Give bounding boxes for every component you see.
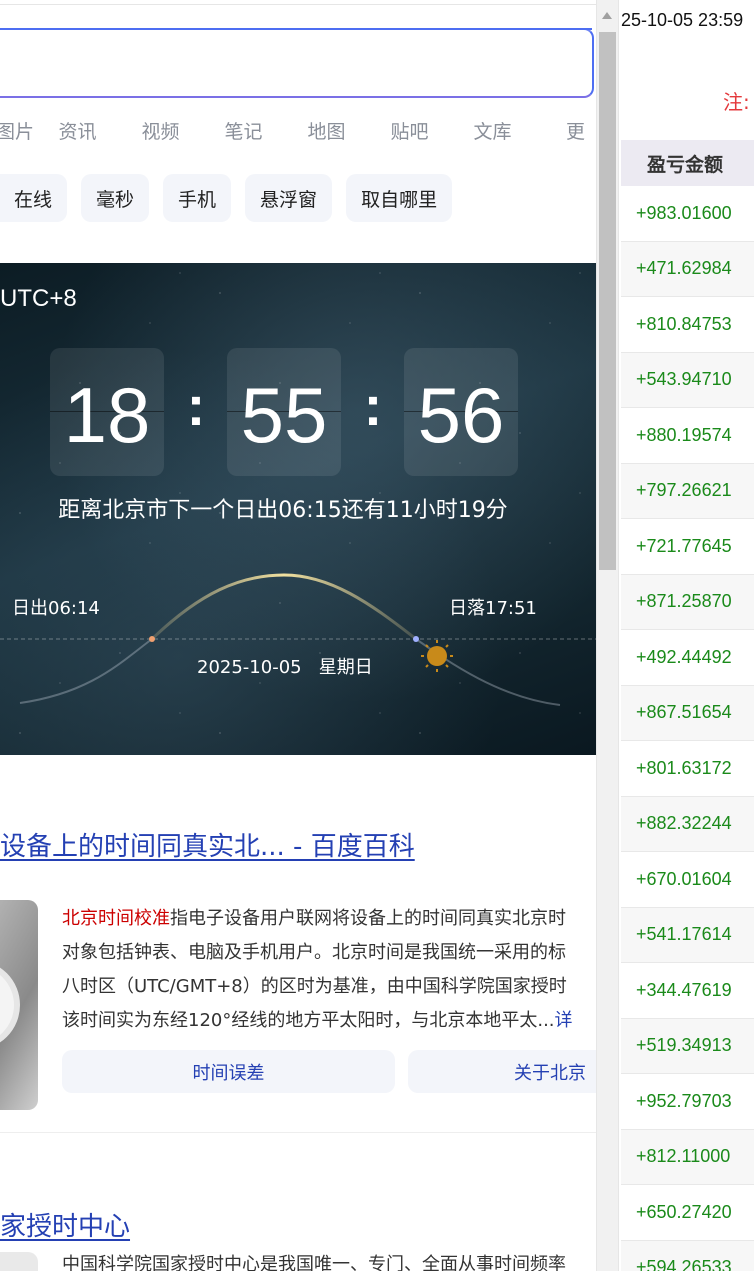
- profit-row: +670.01604: [621, 852, 754, 908]
- result-title-baike[interactable]: 设备上的时间同真实北... - 百度百科: [0, 826, 415, 863]
- sunrise-time: 日出06:14: [12, 598, 100, 619]
- profit-row: +882.32244: [621, 796, 754, 852]
- tab-map[interactable]: 地图: [285, 117, 368, 144]
- chip-online[interactable]: 在线: [0, 174, 68, 222]
- search-nav-tabs: 图片 资讯 视频 笔记 地图 贴吧 文库 更: [0, 117, 596, 144]
- profit-row: +880.19574: [621, 408, 754, 464]
- result-snippet: 中国科学院国家授时中心是我国唯一、专门、全面从事时间频率: [62, 1254, 566, 1271]
- clock-seconds: 56: [417, 371, 505, 459]
- profit-row: +867.51654: [621, 685, 754, 741]
- profit-row: +812.11000: [621, 1129, 754, 1185]
- snippet-line: 八时区（UTC/GMT+8）的区时为基准，由中国科学院国家授时: [62, 976, 567, 997]
- profit-row: +471.62984: [621, 241, 754, 297]
- sublink-time-error[interactable]: 时间误差: [62, 1050, 395, 1093]
- tab-notes[interactable]: 笔记: [202, 117, 285, 144]
- tab-video[interactable]: 视频: [119, 117, 202, 144]
- snippet-more-link[interactable]: 详: [555, 1010, 573, 1031]
- snippet-highlight: 北京时间校准: [62, 908, 170, 929]
- timezone-label: UTC+8: [0, 285, 77, 312]
- tab-news[interactable]: 资讯: [36, 117, 119, 144]
- profit-row: +541.17614: [621, 907, 754, 963]
- sun-path-graphic: [0, 573, 596, 706]
- chip-phone[interactable]: 手机: [163, 174, 232, 222]
- scrollbar-thumb[interactable]: [599, 32, 616, 570]
- result-thumbnail[interactable]: [0, 1252, 38, 1271]
- browser-content: 图片 资讯 视频 笔记 地图 贴吧 文库 更 在线 毫秒 手机 悬浮窗 取自哪里…: [0, 0, 596, 1271]
- profit-row: +543.94710: [621, 352, 754, 408]
- clock-minutes: 55: [240, 371, 328, 459]
- result-divider: [0, 1132, 596, 1133]
- profit-row: +594.26533: [621, 1240, 754, 1271]
- column-header-profit: 盈亏金额: [621, 140, 754, 186]
- profit-row: +952.79703: [621, 1074, 754, 1130]
- snippet-line: 该时间实为东经120°经线的地方平太阳时，与北京本地平太...: [62, 1010, 555, 1031]
- tab-tieba[interactable]: 贴吧: [368, 117, 451, 144]
- profit-row: +650.27420: [621, 1185, 754, 1241]
- tab-more[interactable]: 更: [534, 117, 596, 144]
- snippet-line: 指电子设备用户联网将设备上的时间同真实北京时: [170, 908, 566, 929]
- beijing-time-card: UTC+8 18 : 55 : 56 距离北京市下一个日出06:15还有11小时…: [0, 263, 596, 755]
- profit-panel: 25-10-05 23:59 注: 盈亏金额 +983.01600 +471.62…: [618, 0, 754, 1271]
- profit-row: +871.25870: [621, 574, 754, 630]
- scroll-up-arrow-icon[interactable]: [602, 12, 612, 19]
- timestamp: 25-10-05 23:59: [621, 10, 744, 30]
- top-divider: [0, 4, 596, 5]
- profit-row: +344.47619: [621, 963, 754, 1019]
- clock-colon: :: [186, 374, 206, 437]
- chip-milliseconds[interactable]: 毫秒: [81, 174, 150, 222]
- note-label: 注:: [723, 90, 750, 114]
- profit-row: +492.44492: [621, 630, 754, 686]
- result-title-ntsc[interactable]: 家授时中心: [0, 1206, 130, 1243]
- current-date: 2025-10-05 星期日: [197, 657, 373, 678]
- tab-wenku[interactable]: 文库: [451, 117, 534, 144]
- chip-floating-window[interactable]: 悬浮窗: [245, 174, 333, 222]
- sunrise-countdown: 距离北京市下一个日出06:15还有11小时19分: [58, 498, 508, 523]
- result-snippet: 北京时间校准指电子设备用户联网将设备上的时间同真实北京时 对象包括钟表、电脑及手…: [62, 902, 596, 1038]
- search-input[interactable]: [0, 28, 594, 98]
- profit-list: +983.01600 +471.62984 +810.84753 +543.94710…: [621, 186, 754, 1271]
- profit-row: +810.84753: [621, 297, 754, 353]
- clock-image-icon: [0, 960, 20, 1050]
- related-search-chips: 在线 毫秒 手机 悬浮窗 取自哪里: [0, 174, 453, 222]
- snippet-line: 对象包括钟表、电脑及手机用户。北京时间是我国统一采用的标: [62, 942, 566, 963]
- profit-row: +519.34913: [621, 1018, 754, 1074]
- clock-hours: 18: [63, 371, 151, 459]
- vertical-scrollbar[interactable]: [596, 0, 618, 1271]
- clock-colon: :: [363, 374, 383, 437]
- sublink-about-beijing[interactable]: 关于北京: [408, 1050, 596, 1093]
- tab-images[interactable]: 图片: [0, 117, 36, 144]
- profit-row: +797.26621: [621, 463, 754, 519]
- profit-row: +801.63172: [621, 741, 754, 797]
- chip-source[interactable]: 取自哪里: [346, 174, 453, 222]
- profit-row: +721.77645: [621, 519, 754, 575]
- sunset-time: 日落17:51: [449, 598, 537, 619]
- profit-row: +983.01600: [621, 186, 754, 242]
- result-thumbnail[interactable]: [0, 900, 38, 1110]
